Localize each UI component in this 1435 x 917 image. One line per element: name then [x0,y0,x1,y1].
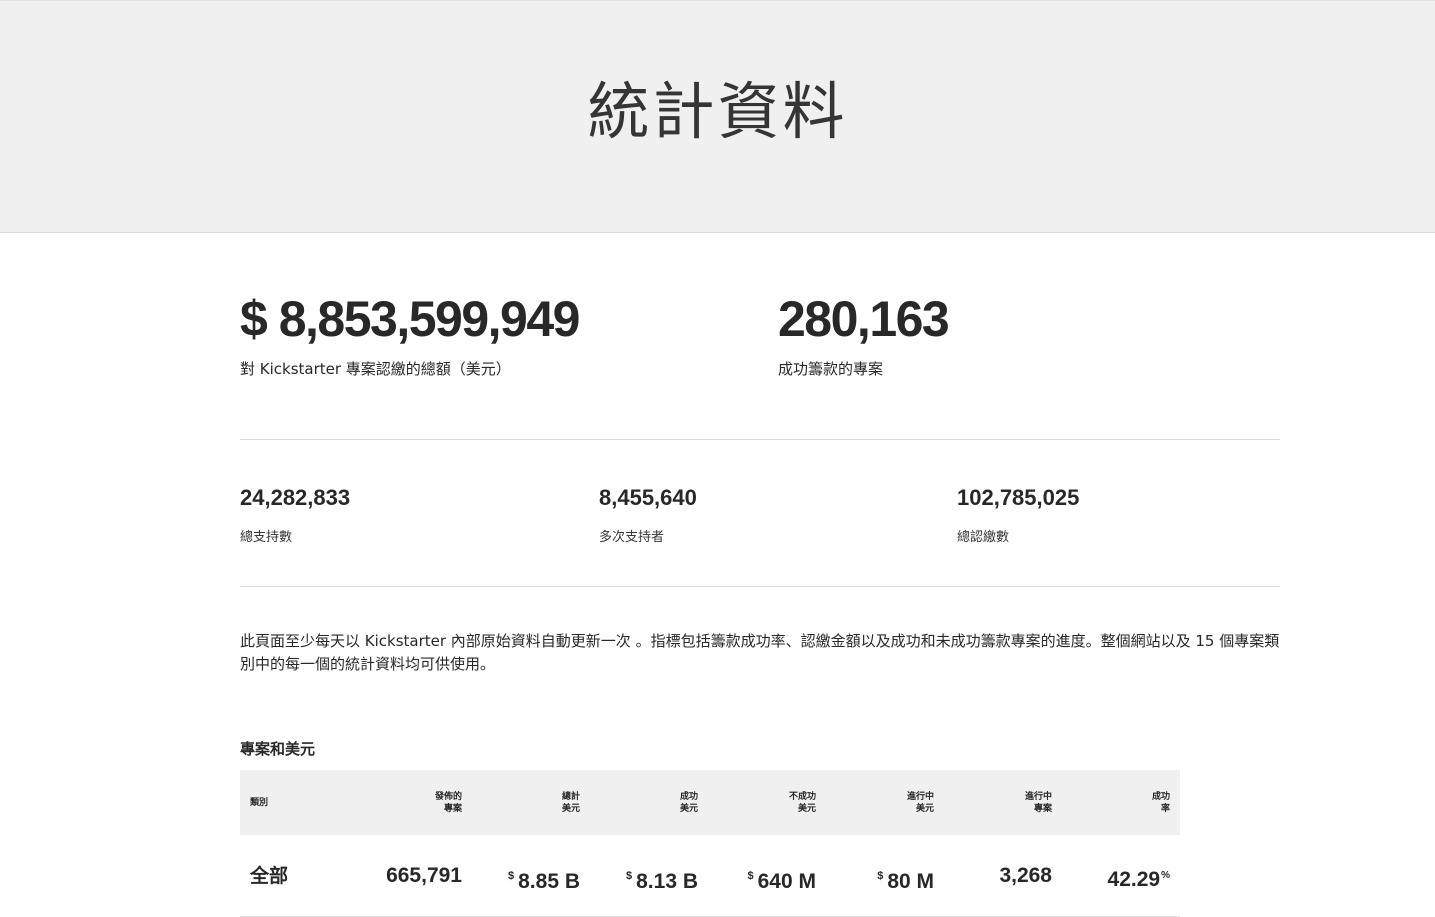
row-total-dollars: $8.85 B [508,859,580,899]
repeat-backers-label: 多次支持者 [599,530,665,545]
repeat-backers-value: 8,455,640 [599,485,697,510]
divider [240,439,1280,440]
row-successful-value: 8.13 B [636,870,698,893]
header-live-projects: 進行中 專案 [1024,792,1052,814]
row-successful-dollars: $8.13 B [626,859,698,899]
header-total-dollars: 總計 美元 [561,792,580,814]
repeat-backers-stat: 8,455,640 多次支持者 [599,484,697,545]
total-backings-label: 總支持數 [240,530,293,545]
total-pledged-stat: $ 8,853,599,949 對 Kickstarter 專案認繳的總額（美元… [240,290,580,379]
currency-symbol: $ [877,870,884,882]
currency-symbol: $ [508,870,515,882]
header-success-rate: 成功 率 [1151,792,1170,814]
total-pledges-stat: 102,785,025 總認繳數 [957,484,1079,545]
header-category: 類別 [250,798,269,808]
header-live-dollars: 進行中 美元 [906,792,934,814]
successful-projects-stat: 280,163 成功籌款的專案 [778,290,950,379]
header-launched: 發佈的 專案 [434,792,462,814]
page-header: 統計資料 [0,0,1435,233]
row-success-rate: 42.29% [1108,859,1170,897]
total-backings-stat: 24,282,833 總支持數 [240,484,350,545]
row-live-projects: 3,268 [999,864,1052,887]
percent-sign: % [1161,870,1170,881]
currency-symbol: $ [626,870,633,882]
header-unsuccessful-dollars: 不成功 美元 [788,792,816,814]
divider [240,586,1280,587]
row-success-rate-value: 42.29 [1107,868,1161,891]
successful-projects-value: 280,163 [778,291,950,347]
total-pledged-value: $ 8,853,599,949 [240,291,580,347]
row-category: 全部 [250,865,289,887]
row-unsuccessful-dollars: $640 M [748,859,817,899]
page-title: 統計資料 [587,75,848,148]
stats-description: 此頁面至少每天以 Kickstarter 內部原始資料自動更新一次 。指標包括籌… [240,632,1280,673]
header-successful-dollars: 成功 美元 [679,792,698,814]
currency-symbol: $ [747,870,754,882]
row-total-value: 8.85 B [518,870,580,893]
table-row: 全部 665,791 $8.85 B $8.13 B $640 M $80 M … [240,835,1180,917]
total-pledges-label: 總認繳數 [957,530,1010,545]
total-pledged-label: 對 Kickstarter 專案認繳的總額（美元） [240,360,511,378]
row-live-dollars: $80 M [877,859,934,899]
table-header: 類別 發佈的 專案 總計 美元 成功 美元 不成功 美元 進行中 美元 進行中 … [240,770,1180,835]
row-live-value: 80 M [887,870,934,893]
row-unsuccessful-value: 640 M [757,870,816,893]
projects-table: 類別 發佈的 專案 總計 美元 成功 美元 不成功 美元 進行中 美元 進行中 … [240,770,1180,917]
row-launched: 665,791 [386,864,462,887]
total-backings-value: 24,282,833 [240,485,351,510]
successful-projects-label: 成功籌款的專案 [778,360,884,378]
projects-table-title: 專案和美元 [240,740,316,758]
total-pledges-value: 102,785,025 [957,485,1080,510]
